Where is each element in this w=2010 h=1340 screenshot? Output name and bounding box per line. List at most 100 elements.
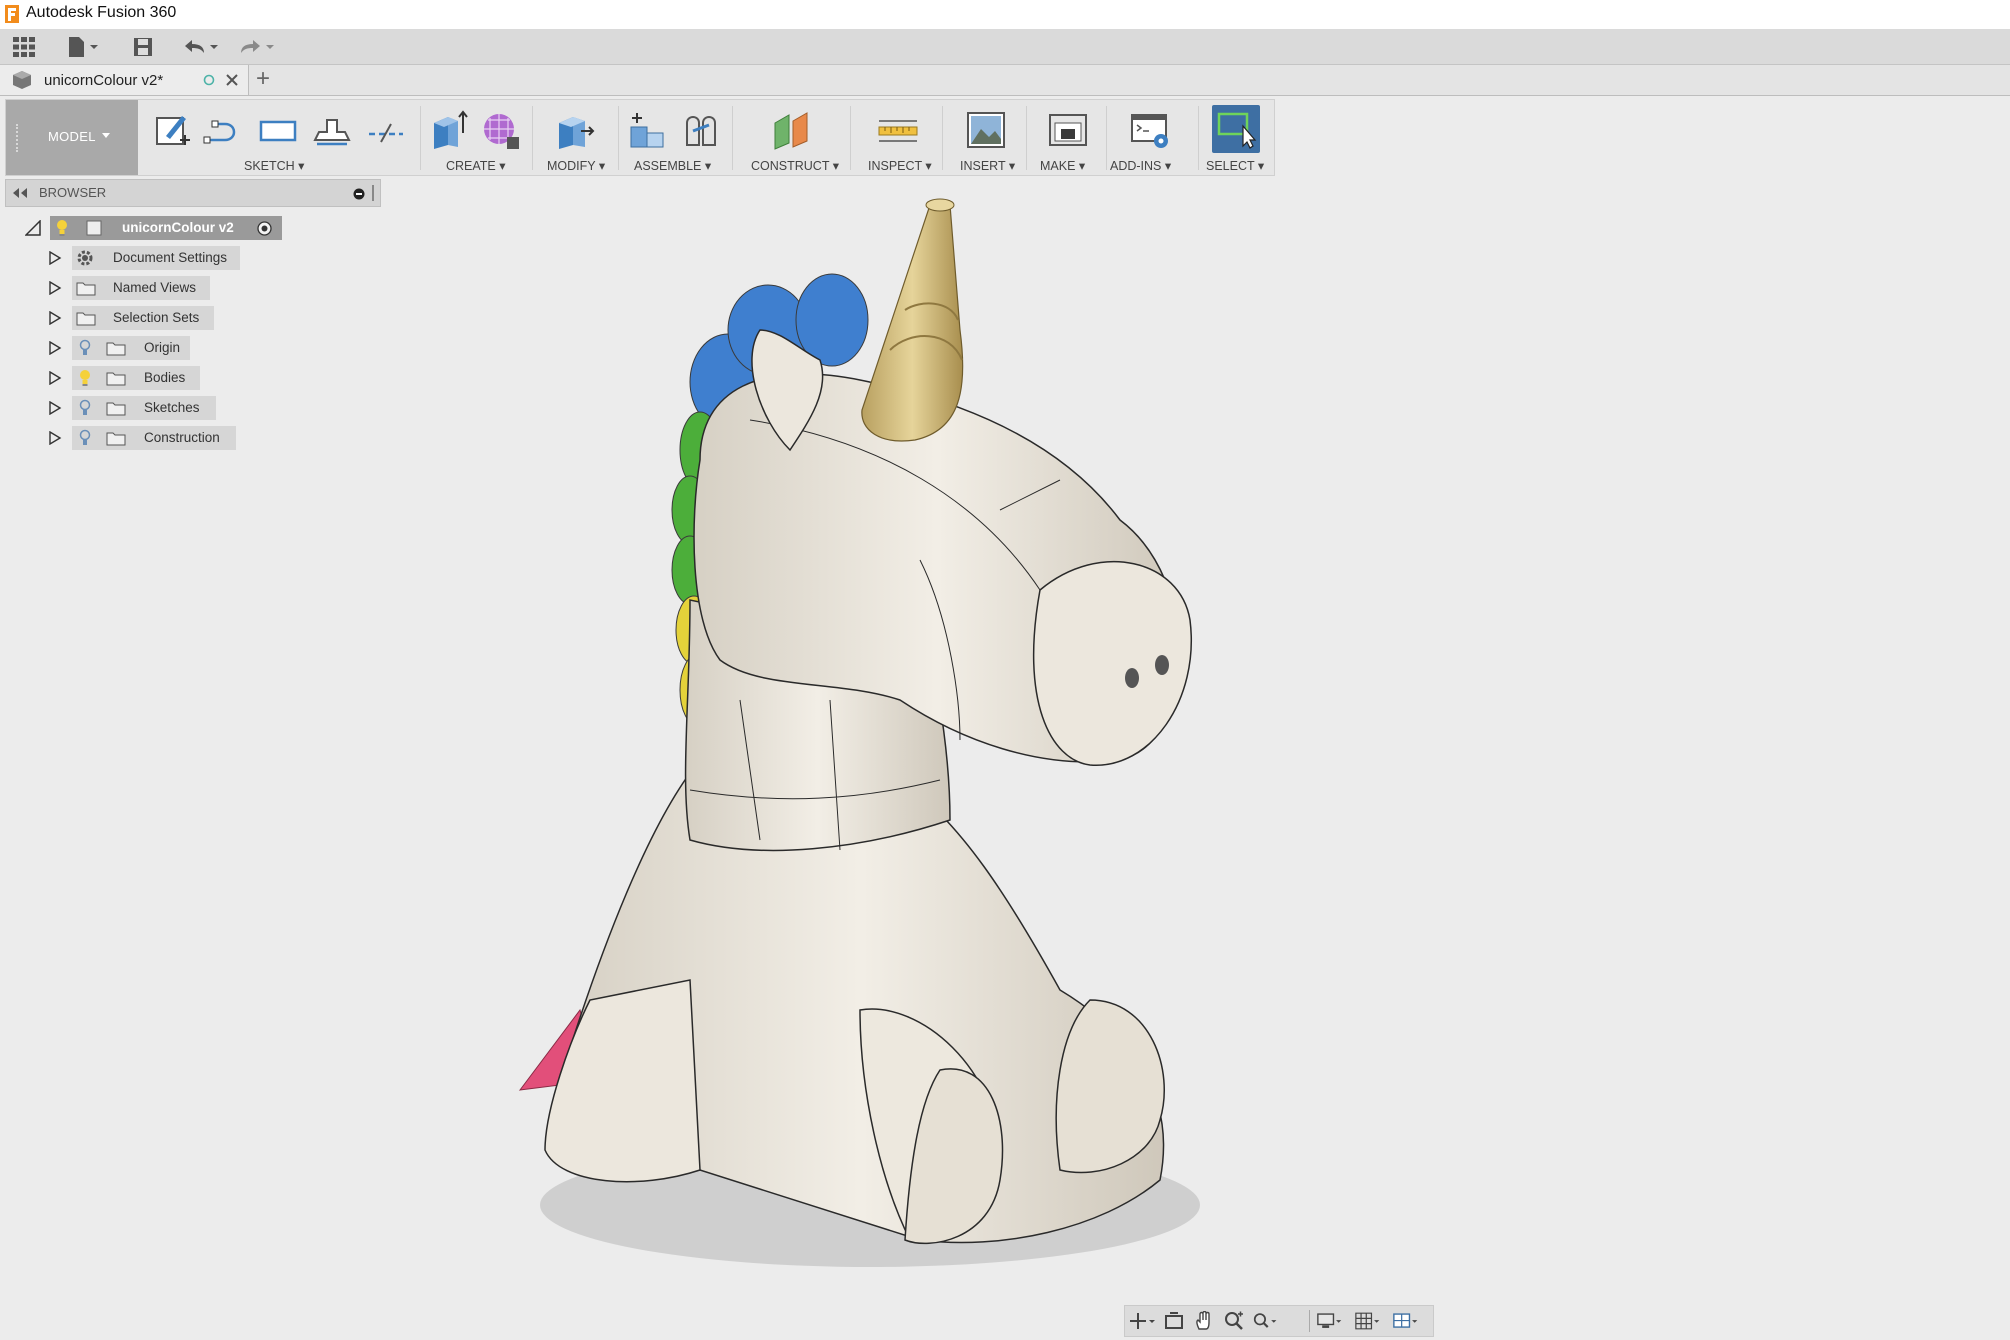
workspace-switcher[interactable]: MODEL	[6, 100, 138, 175]
add-ins-group: ADD-INS ▾	[1110, 100, 1198, 175]
item-label: Named Views	[113, 280, 197, 295]
browser-item-selection-sets[interactable]: Selection Sets	[44, 306, 224, 330]
document-tab[interactable]: unicornColour v2*	[0, 65, 249, 95]
zoom-window-icon	[1253, 1313, 1277, 1328]
line-icon	[203, 120, 236, 144]
grid-icon	[13, 36, 35, 57]
redo-button[interactable]	[238, 33, 280, 60]
scripts-addins-button[interactable]	[1128, 108, 1172, 152]
modify-menu[interactable]: MODIFY ▾	[547, 158, 605, 173]
undo-button[interactable]	[182, 33, 224, 60]
sketch-group: SKETCH ▾	[144, 100, 420, 175]
unicorn-3d-model[interactable]	[500, 190, 1220, 1290]
monitor-icon	[1317, 1313, 1342, 1328]
data-panel-button[interactable]	[12, 33, 36, 60]
activate-radio-icon[interactable]	[257, 221, 272, 236]
separator	[1026, 106, 1027, 170]
assemble-menu[interactable]: ASSEMBLE ▾	[634, 158, 711, 173]
orbit-button[interactable]	[1129, 1310, 1155, 1332]
attached-canvas-button[interactable]	[964, 108, 1008, 152]
redo-icon	[241, 39, 274, 53]
sync-status-icon	[203, 74, 215, 86]
new-tab-plus-icon[interactable]: +	[256, 67, 270, 91]
inspect-menu[interactable]: INSPECT ▾	[868, 158, 932, 173]
measure-button[interactable]	[876, 108, 920, 152]
panel-resize-handle[interactable]	[372, 185, 374, 201]
expand-triangle-icon[interactable]	[48, 251, 62, 265]
construction-line-button[interactable]	[364, 108, 408, 152]
lightbulb-on-icon[interactable]	[78, 369, 92, 387]
rectangle-icon	[259, 120, 297, 142]
expand-triangle-icon[interactable]	[48, 371, 62, 385]
create-form-button[interactable]	[478, 108, 522, 152]
add-ins-menu[interactable]: ADD-INS ▾	[1110, 158, 1171, 173]
browser-header[interactable]: BROWSER	[5, 179, 381, 207]
create-sketch-icon	[156, 116, 190, 145]
folder-icon	[106, 432, 126, 446]
browser-title: BROWSER	[39, 185, 107, 200]
grid-snaps-button[interactable]	[1355, 1310, 1381, 1332]
close-tab-icon[interactable]	[225, 73, 239, 87]
expand-triangle-icon[interactable]	[48, 311, 62, 325]
sketch-menu[interactable]: SKETCH ▾	[244, 158, 304, 173]
zoom-button[interactable]	[1221, 1310, 1247, 1332]
expand-triangle-icon[interactable]	[48, 341, 62, 355]
joint-button[interactable]	[680, 108, 724, 152]
collapse-panel-icon[interactable]	[12, 188, 28, 198]
select-button[interactable]	[1212, 105, 1260, 153]
hand-pan-icon	[1196, 1311, 1210, 1330]
collapse-triangle-icon[interactable]	[25, 220, 41, 236]
lightbulb-off-icon[interactable]	[78, 399, 92, 417]
lightbulb-off-icon[interactable]	[78, 429, 92, 447]
modify-group: MODIFY ▾	[536, 100, 618, 175]
multi-viewport-icon	[1393, 1313, 1418, 1328]
press-pull-button[interactable]	[552, 108, 596, 152]
save-button[interactable]	[132, 33, 154, 60]
look-at-button[interactable]	[1161, 1310, 1187, 1332]
item-label: Selection Sets	[113, 310, 200, 325]
extrude-button[interactable]	[426, 108, 470, 152]
select-menu[interactable]: SELECT ▾	[1206, 158, 1264, 173]
component-icon	[86, 220, 102, 236]
display-settings-button[interactable]	[1317, 1310, 1343, 1332]
lightbulb-on-icon[interactable]	[55, 219, 69, 237]
offset-plane-button[interactable]	[770, 108, 814, 152]
folder-icon	[106, 402, 126, 416]
browser-item-sketches[interactable]: Sketches	[44, 396, 224, 420]
expand-triangle-icon[interactable]	[48, 401, 62, 415]
item-label: Bodies	[144, 370, 186, 385]
create-sketch-button[interactable]	[150, 108, 194, 152]
browser-item-named-views[interactable]: Named Views	[44, 276, 224, 300]
gear-icon	[77, 250, 93, 266]
folder-icon	[76, 312, 96, 326]
3d-print-button[interactable]	[1046, 108, 1090, 152]
new-component-button[interactable]	[626, 108, 670, 152]
create-group: CREATE ▾	[424, 100, 532, 175]
file-menu-button[interactable]	[66, 33, 104, 60]
fit-button[interactable]	[1253, 1310, 1279, 1332]
browser-root-node[interactable]: unicornColour v2	[20, 216, 290, 240]
expand-triangle-icon[interactable]	[48, 281, 62, 295]
make-group: MAKE ▾	[1030, 100, 1106, 175]
make-menu[interactable]: MAKE ▾	[1040, 158, 1085, 173]
grid-icon	[1355, 1312, 1380, 1330]
rectangle-tool-button[interactable]	[256, 108, 300, 152]
browser-item-origin[interactable]: Origin	[44, 336, 204, 360]
expand-triangle-icon[interactable]	[48, 431, 62, 445]
browser-item-document-settings[interactable]: Document Settings	[44, 246, 244, 270]
lightbulb-off-icon[interactable]	[78, 339, 92, 357]
horn[interactable]	[861, 204, 964, 442]
viewports-button[interactable]	[1393, 1310, 1419, 1332]
insert-menu[interactable]: INSERT ▾	[960, 158, 1015, 173]
quick-access-toolbar	[0, 29, 2010, 65]
browser-item-construction[interactable]: Construction	[44, 426, 244, 450]
project-tool-button[interactable]	[310, 108, 354, 152]
line-tool-button[interactable]	[202, 108, 246, 152]
hind-leg[interactable]	[544, 979, 701, 1183]
pan-button[interactable]	[1191, 1310, 1217, 1332]
create-menu[interactable]: CREATE ▾	[446, 158, 506, 173]
nostril	[1155, 655, 1169, 675]
construct-menu[interactable]: CONSTRUCT ▾	[751, 158, 839, 173]
minus-circle-icon[interactable]	[353, 188, 365, 200]
browser-item-bodies[interactable]: Bodies	[44, 366, 204, 390]
